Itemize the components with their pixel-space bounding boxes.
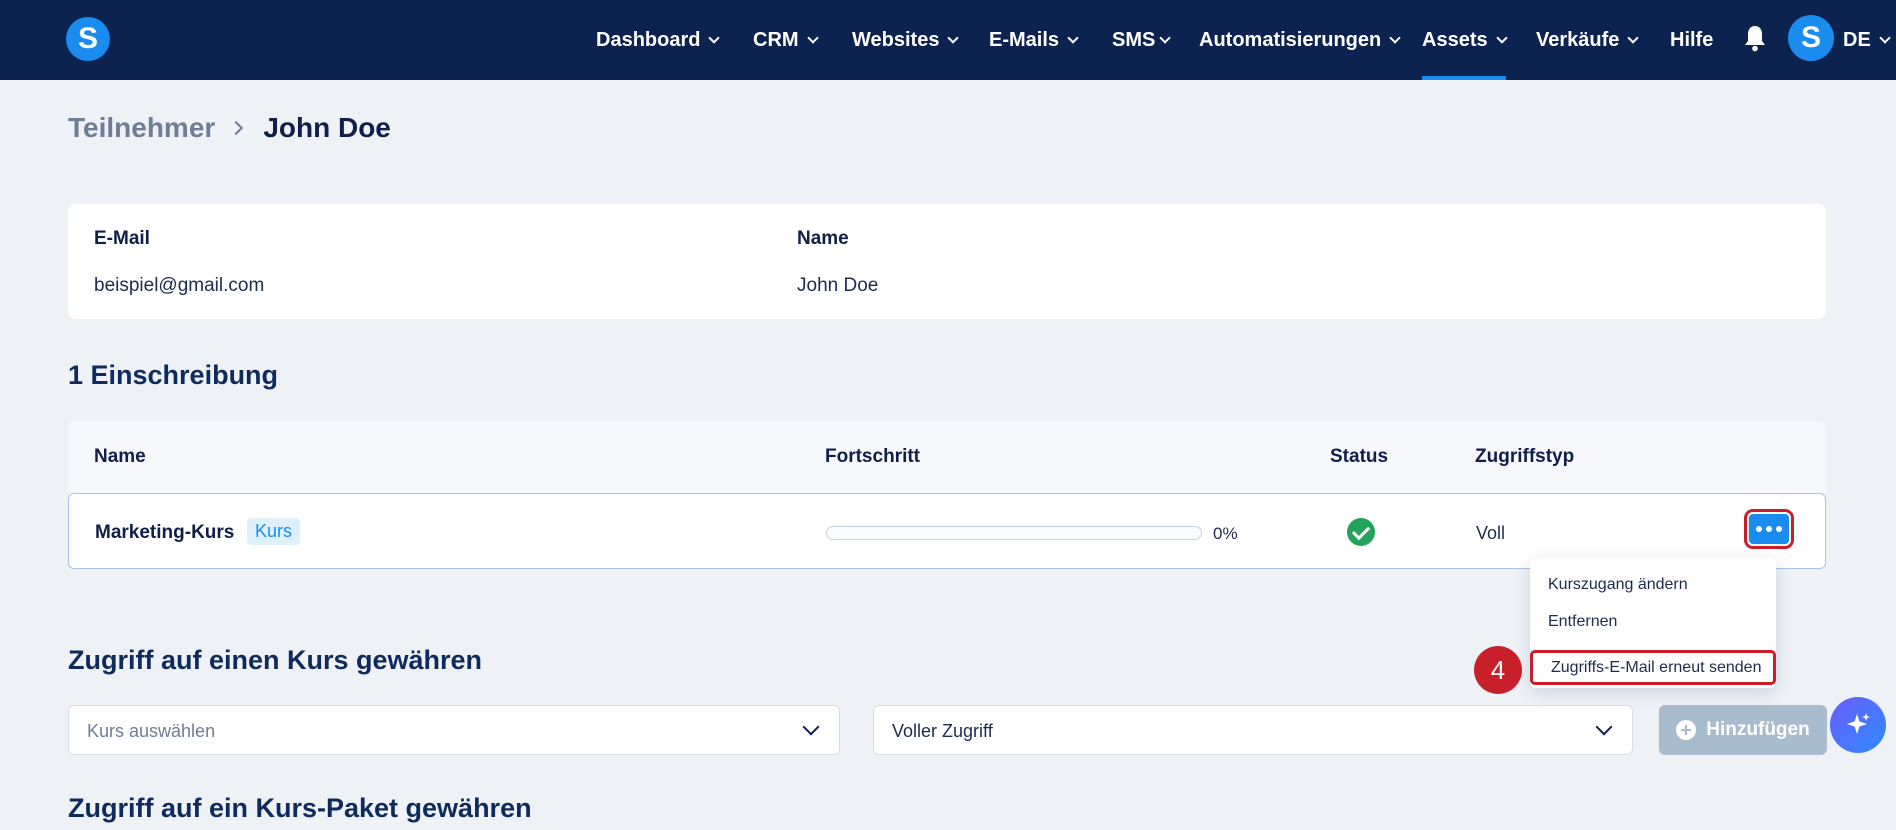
step-number-badge: 4: [1474, 646, 1522, 694]
nav-item-sms[interactable]: SMS: [1112, 0, 1172, 80]
nav-item-help[interactable]: Hilfe: [1670, 0, 1713, 80]
app-logo[interactable]: S: [66, 17, 110, 61]
sparkle-icon: [1847, 713, 1870, 734]
nav-item-label: Dashboard: [596, 28, 701, 51]
menu-item-label: Zugriffs-E-Mail erneut senden: [1551, 658, 1762, 676]
contact-info-card: E-Mail beispiel@gmail.com Name John Doe: [68, 204, 1826, 319]
access-type-value: Voll: [1476, 523, 1506, 543]
chevron-down-icon: [1159, 31, 1172, 44]
email-label: E-Mail: [94, 228, 150, 249]
email-value: beispiel@gmail.com: [94, 275, 265, 296]
menu-item-change-access[interactable]: Kurszugang ändern: [1548, 576, 1688, 594]
row-actions-menu: Kurszugang ändern Entfernen Zugriffs-E-M…: [1530, 558, 1776, 688]
language-switcher[interactable]: DE: [1843, 0, 1891, 80]
chevron-down-icon: [708, 31, 721, 44]
nav-item-label: CRM: [753, 28, 799, 51]
chevron-down-icon: [1627, 31, 1640, 44]
access-type-select[interactable]: Voller Zugriff: [873, 705, 1633, 755]
grant-bundle-title: Zugriff auf ein Kurs-Paket gewähren: [68, 793, 532, 823]
column-header-name: Name: [94, 446, 146, 467]
chevron-down-icon: [802, 718, 820, 736]
add-button-label: Hinzufügen: [1706, 719, 1810, 740]
more-dots-icon: [1756, 526, 1762, 532]
bell-icon[interactable]: [1743, 24, 1767, 52]
course-select-placeholder: Kurs auswählen: [87, 721, 216, 741]
nav-item-crm[interactable]: CRM: [753, 0, 819, 80]
nav-item-sales[interactable]: Verkäufe: [1536, 0, 1640, 80]
column-header-access-type: Zugriffstyp: [1475, 446, 1575, 467]
breadcrumb-parent-link[interactable]: Teilnehmer: [68, 112, 215, 144]
nav-item-label: Websites: [852, 28, 940, 51]
more-dots-icon: [1776, 526, 1782, 532]
plus-circle-icon: [1676, 720, 1697, 740]
nav-item-websites[interactable]: Websites: [852, 0, 960, 80]
nav-item-label: Verkäufe: [1536, 28, 1620, 51]
nav-item-dashboard[interactable]: Dashboard: [596, 0, 721, 80]
language-label: DE: [1843, 28, 1871, 51]
nav-item-label: Automatisierungen: [1199, 28, 1382, 51]
chevron-down-icon: [947, 31, 960, 44]
chevron-down-icon: [1495, 31, 1508, 44]
access-type-select-value: Voller Zugriff: [892, 721, 993, 741]
top-navbar: S Dashboard CRM Websites E-Mails SMS Aut…: [0, 0, 1896, 80]
chevron-down-icon: [1879, 31, 1891, 44]
chevron-down-icon: [1067, 31, 1079, 44]
nav-item-label: Hilfe: [1670, 28, 1714, 51]
course-name[interactable]: Marketing-Kurs: [95, 522, 234, 544]
progress-bar: [826, 526, 1202, 540]
name-value: John Doe: [797, 275, 879, 296]
nav-item-emails[interactable]: E-Mails: [989, 0, 1079, 80]
breadcrumb: Teilnehmer John Doe: [68, 112, 391, 144]
progress-percent: 0%: [1213, 524, 1238, 543]
chevron-down-icon: [1389, 31, 1401, 44]
chevron-down-icon: [806, 31, 819, 44]
column-header-status: Status: [1330, 446, 1389, 467]
enrollments-title: 1 Einschreibung: [68, 360, 279, 390]
row-actions-button[interactable]: [1744, 509, 1794, 549]
page-title: John Doe: [263, 112, 391, 143]
nav-item-label: SMS: [1112, 28, 1156, 51]
name-label: Name: [797, 228, 849, 249]
more-dots-icon: [1766, 526, 1772, 532]
ai-assistant-button[interactable]: [1830, 697, 1886, 753]
course-type-badge: Kurs: [247, 518, 301, 545]
course-select[interactable]: Kurs auswählen: [68, 705, 840, 755]
chevron-down-icon: [1595, 718, 1613, 736]
nav-item-label: E-Mails: [989, 28, 1060, 51]
avatar[interactable]: S: [1788, 15, 1834, 61]
enrollments-table-header: Name Fortschritt Status Zugriffstyp: [68, 421, 1826, 493]
menu-item-resend-access-email[interactable]: Zugriffs-E-Mail erneut senden: [1530, 650, 1776, 685]
add-button[interactable]: Hinzufügen: [1659, 705, 1827, 755]
nav-item-assets[interactable]: Assets: [1422, 0, 1508, 80]
menu-item-remove[interactable]: Entfernen: [1548, 613, 1617, 631]
grant-course-title: Zugriff auf einen Kurs gewähren: [68, 645, 483, 675]
nav-item-label: Assets: [1422, 28, 1488, 51]
nav-item-automations[interactable]: Automatisierungen: [1199, 0, 1401, 80]
chevron-right-icon: [229, 120, 244, 136]
check-circle-icon: [1347, 518, 1375, 546]
column-header-progress: Fortschritt: [825, 446, 920, 467]
